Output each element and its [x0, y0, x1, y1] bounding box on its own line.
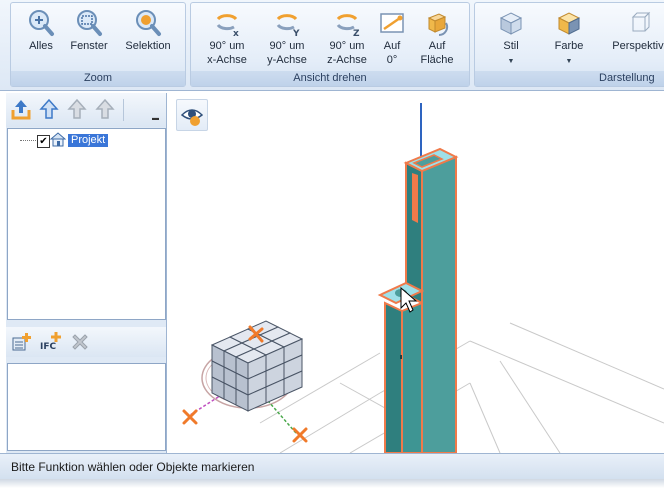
toolbar-overflow-icon[interactable]: ▬ [152, 115, 159, 122]
rotate-y-line2: y-Achse [267, 54, 307, 66]
rotate-z-icon: Z [336, 14, 360, 37]
color-dropdown-arrow-icon: ▼ [565, 58, 573, 65]
rotate-view-group-label: Ansicht drehen [191, 71, 469, 86]
arrow-up-blue-icon[interactable] [38, 98, 60, 120]
zoom-window-button[interactable]: Fenster [67, 9, 111, 53]
color-button[interactable]: Farbe ▼ [547, 9, 591, 69]
svg-text:x: x [233, 29, 239, 37]
tree-connector [20, 140, 36, 141]
rotate-zero-icon [380, 13, 404, 33]
rotate-y-icon: Y [276, 14, 300, 37]
zoom-group: Alles Fenster Selektion Zoom [10, 2, 186, 87]
rotate-face-line1: Auf [428, 40, 446, 52]
tree-item-projekt[interactable]: Projekt [68, 134, 109, 147]
application-window: Alles Fenster Selektion Zoom x 90° um x-… [0, 0, 664, 488]
rotate-zero-line2: 0° [386, 54, 398, 66]
zoom-all-label: Alles [29, 40, 53, 52]
axis-handle-x-icon [182, 409, 198, 425]
left-panel: ▬ ✔ Projekt IFC [6, 93, 167, 453]
display-group-label: Darstellung [475, 71, 664, 86]
color-label: Farbe [554, 40, 584, 52]
rotate-x-icon: x [216, 14, 239, 37]
perspective-button[interactable]: Perspektive [609, 9, 664, 53]
delete-x-icon[interactable] [70, 332, 90, 352]
rotate-y-button[interactable]: Y 90° um y-Achse [257, 9, 317, 67]
plus-orange-icon [51, 332, 61, 342]
rotate-x-button[interactable]: x 90° um x-Achse [197, 9, 257, 67]
perspective-cube-icon [631, 11, 651, 32]
rotate-face-button[interactable]: Auf Fläche [415, 9, 459, 67]
window-shadow [0, 479, 664, 488]
toolbar-separator [123, 99, 124, 121]
3d-viewport[interactable] [170, 93, 664, 453]
style-label: Stil [503, 40, 519, 52]
rotate-x-line2: x-Achse [207, 54, 247, 66]
scene-canvas [182, 103, 664, 453]
perspective-label: Perspektive [612, 40, 664, 52]
ground-grid [259, 322, 664, 453]
status-bar: Bitte Funktion wählen oder Objekte marki… [0, 453, 664, 479]
ifc-label: IFC [40, 342, 57, 352]
tree-toolbar: ▬ [6, 93, 166, 127]
display-group: Stil ▼ Farbe ▼ Perspektive Darstellung [474, 2, 664, 87]
zoom-group-label: Zoom [11, 71, 185, 86]
rotate-y-line1: 90° um [269, 40, 305, 52]
zoom-selection-icon [136, 10, 161, 36]
svg-text:Y: Y [292, 29, 300, 37]
style-dropdown-arrow-icon: ▼ [507, 58, 515, 65]
style-cube-icon [499, 12, 523, 35]
rotate-z-line1: 90° um [329, 40, 365, 52]
style-button[interactable]: Stil ▼ [489, 9, 533, 69]
arrow-up-disabled-2-icon[interactable] [94, 98, 116, 120]
add-ifc-button[interactable]: IFC [39, 332, 67, 354]
properties-panel [7, 363, 166, 451]
color-cube-icon [557, 12, 581, 35]
axis-handle-y-icon [292, 427, 308, 443]
zoom-window-icon [77, 10, 102, 36]
project-tree: ✔ Projekt [7, 128, 166, 320]
zoom-all-icon [29, 10, 54, 36]
steel-column [377, 147, 459, 453]
zoom-selection-button[interactable]: Selektion [121, 9, 175, 53]
zoom-selection-label: Selektion [125, 40, 171, 52]
rotate-view-group: x 90° um x-Achse Y 90° um y-Achse Z 90° … [190, 2, 470, 87]
svg-text:Z: Z [353, 29, 360, 37]
properties-toolbar: IFC [6, 327, 166, 357]
project-checkbox[interactable]: ✔ [37, 135, 50, 148]
rotate-face-icon [427, 13, 449, 37]
navigation-cube[interactable] [182, 320, 308, 443]
ribbon: Alles Fenster Selektion Zoom x 90° um x-… [0, 0, 664, 91]
navigate-up-orange-icon[interactable] [10, 98, 32, 120]
rotate-z-line2: z-Achse [327, 54, 367, 66]
zoom-window-label: Fenster [70, 40, 108, 52]
project-building-icon [50, 132, 66, 147]
rotate-face-line2: Fläche [420, 54, 454, 66]
rotate-zero-line1: Auf [383, 40, 401, 52]
arrow-up-disabled-icon[interactable] [66, 98, 88, 120]
rotate-zero-button[interactable]: Auf 0° [377, 9, 407, 67]
rotate-x-line1: 90° um [209, 40, 245, 52]
zoom-all-button[interactable]: Alles [21, 9, 61, 53]
add-layer-icon[interactable] [11, 332, 33, 352]
rotate-z-button[interactable]: Z 90° um z-Achse [317, 9, 377, 67]
status-text: Bitte Funktion wählen oder Objekte marki… [11, 460, 255, 474]
